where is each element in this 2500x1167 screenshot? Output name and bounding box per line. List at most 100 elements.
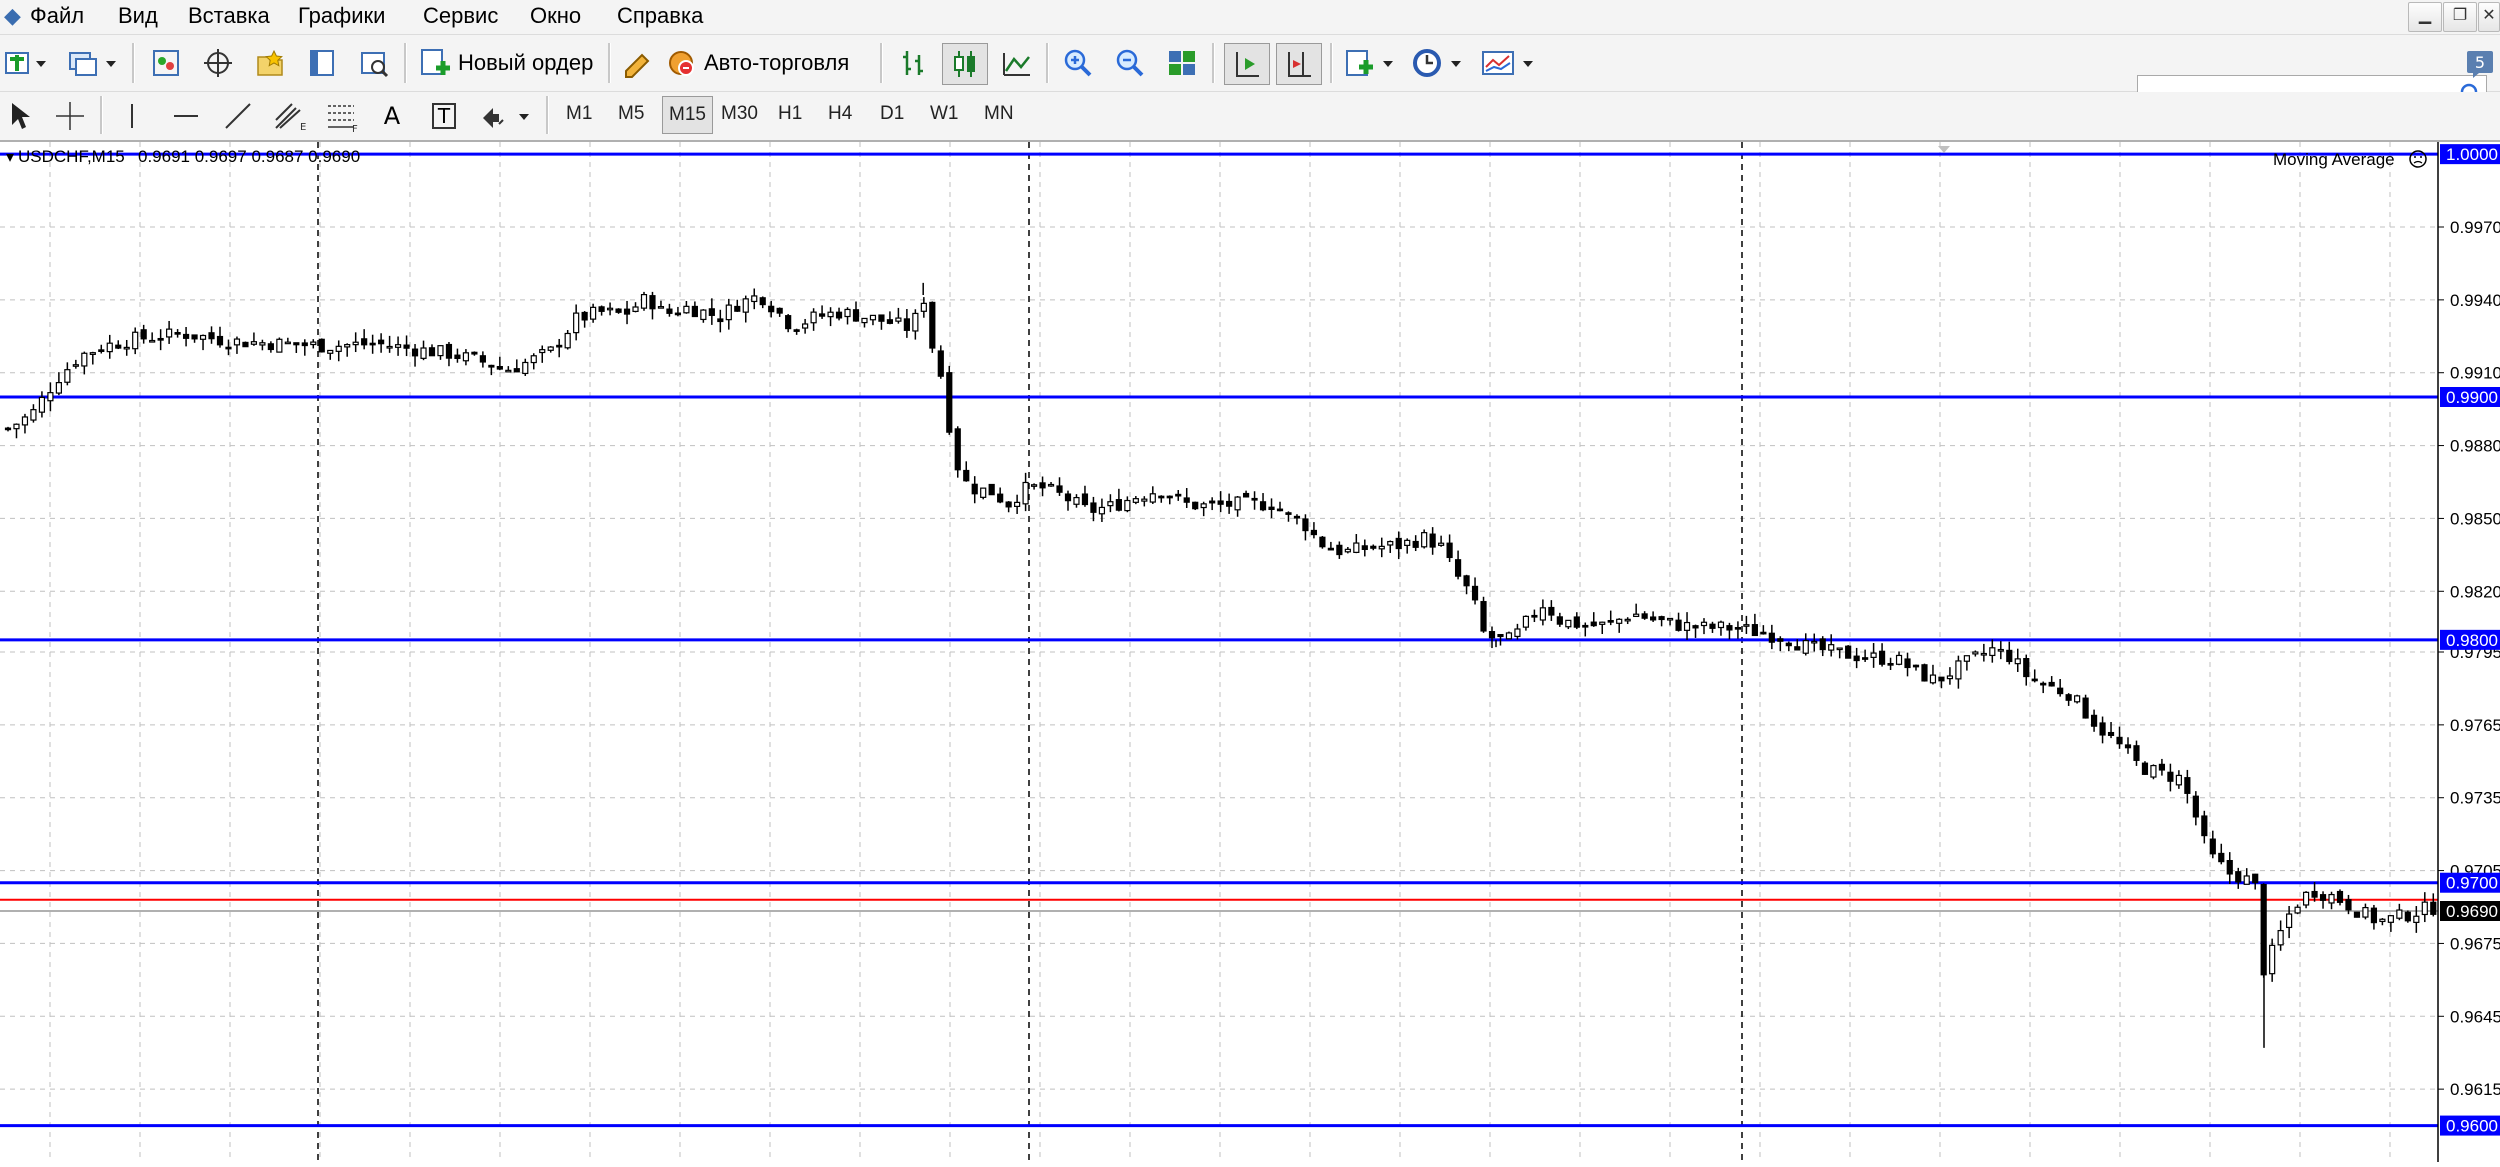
candle-body — [1115, 499, 1122, 511]
candle-body — [2175, 774, 2182, 786]
candle-body — [225, 346, 232, 350]
candle-body — [1463, 575, 1470, 587]
favorites-button[interactable] — [250, 43, 290, 83]
candle-body — [166, 328, 173, 338]
timeframe-w1[interactable]: W1 — [924, 96, 965, 132]
indicators-button[interactable] — [1342, 43, 1398, 83]
candle-body — [1997, 648, 2004, 652]
minimize-button[interactable]: ▁ — [2408, 2, 2442, 32]
timeframe-m30[interactable]: M30 — [715, 96, 764, 132]
candle-body — [30, 409, 37, 421]
crosshair-icon — [56, 102, 84, 130]
candle-body — [1912, 664, 1920, 668]
candlestick-button[interactable] — [942, 43, 988, 85]
timeframe-m5[interactable]: M5 — [612, 96, 650, 132]
price-tick-label: 0.9850 — [2450, 509, 2500, 528]
menu-file[interactable]: Файл — [30, 3, 84, 29]
candle-body — [2235, 871, 2242, 883]
candle-body — [852, 309, 860, 322]
price-tick-label: 0.9615 — [2450, 1080, 2500, 1099]
candle-body — [1098, 506, 1106, 515]
menu-insert[interactable]: Вставка — [188, 3, 270, 29]
menu-window[interactable]: Окно — [530, 3, 581, 29]
new-order-label: Новый ордер — [458, 50, 594, 75]
tile-windows-button[interactable] — [1162, 43, 1202, 83]
restore-button[interactable]: ❐ — [2443, 2, 2477, 32]
candle-body — [2226, 859, 2233, 875]
market-watch-button[interactable] — [146, 43, 186, 83]
text-label-button[interactable]: T — [424, 96, 464, 136]
zoom-in-button[interactable] — [1058, 43, 1098, 83]
periods-icon — [1413, 49, 1461, 77]
price-chart[interactable]: 0.9970 0.9940 0.9910 0.9880 0.9850 0.9820 0.97… — [0, 142, 2500, 1162]
candle-body — [1556, 616, 1563, 625]
templates-button[interactable] — [1478, 43, 1538, 83]
chart-window[interactable]: 0.9970 0.9940 0.9910 0.9880 0.9850 0.9820 0.97… — [0, 142, 2500, 1162]
candle-body — [488, 364, 495, 368]
menu-help[interactable]: Справка — [617, 3, 703, 29]
candle-body — [581, 311, 588, 321]
candle-body — [1548, 606, 1555, 616]
equidistant-channel-button[interactable]: E — [268, 96, 312, 136]
candle-body — [1743, 624, 1750, 627]
timeframe-mn[interactable]: MN — [978, 96, 1020, 132]
menu-tools[interactable]: Сервис — [423, 3, 498, 29]
candle-body — [2167, 771, 2174, 782]
timeframe-m15[interactable]: M15 — [662, 96, 713, 134]
candle-body — [1582, 624, 1589, 628]
line-chart-button[interactable] — [996, 43, 1036, 83]
timeframe-m1[interactable]: M1 — [560, 96, 598, 132]
indicator-label: Moving Average — [2273, 150, 2395, 169]
vertical-line-button[interactable] — [114, 96, 150, 136]
menu-view[interactable]: Вид — [118, 3, 158, 29]
notifications-button[interactable]: 5 — [2462, 43, 2498, 83]
text-tool-button[interactable]: A — [374, 96, 410, 136]
candle-body — [2099, 722, 2106, 736]
candle-body — [1124, 499, 1131, 512]
strategy-tester-button[interactable] — [354, 43, 394, 83]
candle-body — [1209, 500, 1216, 504]
new-order-button[interactable]: Новый ордер — [418, 43, 593, 83]
profiles-button[interactable] — [62, 43, 122, 83]
candle-body — [1166, 495, 1173, 499]
zoom-out-button[interactable] — [1110, 43, 1150, 83]
auto-scroll-button[interactable] — [1224, 43, 1270, 85]
periods-button[interactable] — [1410, 43, 1466, 83]
close-button[interactable]: ✕ — [2478, 2, 2500, 32]
crosshair-button[interactable] — [50, 96, 90, 136]
timeframe-d1[interactable]: D1 — [874, 96, 910, 132]
horizontal-line-button[interactable] — [166, 96, 206, 136]
candle-body — [615, 308, 622, 313]
arrows-button[interactable] — [478, 96, 534, 136]
candle-body — [1692, 625, 1699, 629]
candle-body — [1505, 632, 1513, 640]
candle-body — [844, 308, 851, 318]
candle-body — [1633, 613, 1640, 618]
candle-body — [1217, 500, 1224, 505]
timeframe-h1[interactable]: H1 — [772, 96, 808, 132]
candle-body — [89, 352, 96, 355]
meta-editor-button[interactable] — [616, 43, 656, 83]
candle-body — [513, 368, 520, 373]
menu-charts[interactable]: Графики — [298, 3, 385, 29]
autotrading-button[interactable]: Авто-торговля — [664, 43, 849, 83]
candle-body — [2421, 901, 2428, 916]
candle-body — [954, 428, 961, 471]
candle-body — [1946, 675, 1954, 680]
candle-body — [1683, 621, 1691, 631]
data-window-button[interactable] — [302, 43, 342, 83]
cursor-button[interactable] — [2, 96, 38, 136]
bar-chart-button[interactable] — [893, 43, 933, 83]
timeframe-h4[interactable]: H4 — [822, 96, 858, 132]
candle-body — [1014, 501, 1021, 508]
fibonacci-button[interactable]: F — [320, 96, 364, 136]
candle-body — [929, 301, 936, 349]
chart-shift-button[interactable] — [1276, 43, 1322, 85]
candle-body — [1895, 654, 1903, 665]
new-chart-button[interactable] — [0, 43, 52, 83]
trendline-button[interactable] — [218, 96, 258, 136]
app-icon[interactable]: ◆ — [4, 3, 21, 29]
candle-body — [1242, 492, 1250, 498]
candle-body — [1039, 482, 1046, 489]
navigator-button[interactable] — [198, 43, 238, 83]
